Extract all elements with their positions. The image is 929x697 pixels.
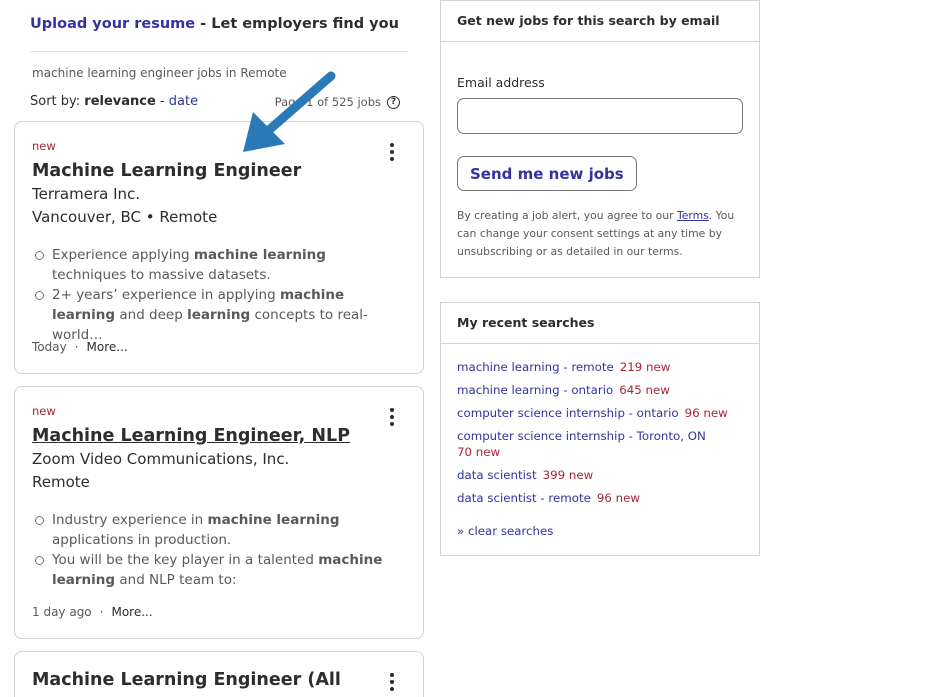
company-name: Zoom Video Communications, Inc. [32, 450, 290, 468]
recent-search-item[interactable]: data scientist - remote 96 new [457, 490, 747, 506]
terms-link[interactable]: Terms [677, 209, 709, 222]
email-label: Email address [457, 75, 545, 90]
annotation-arrow [243, 71, 336, 152]
email-input[interactable] [457, 98, 743, 134]
consent-text: By creating a job alert, you agree to ou… [457, 209, 735, 258]
send-new-jobs-button[interactable]: Send me new jobs [457, 156, 637, 191]
job-location: Remote [32, 473, 90, 491]
upload-resume-link[interactable]: Upload your resume [30, 16, 195, 32]
job-card[interactable]: new Machine Learning Engineer, NLP Zoom … [14, 386, 424, 639]
upload-resume-tagline: - Let employers find you [195, 16, 399, 32]
new-badge: new [32, 139, 56, 153]
more-vertical-icon[interactable] [383, 671, 401, 693]
new-badge: new [32, 404, 56, 418]
job-results-column: Upload your resume - Let employers find … [14, 0, 424, 697]
posted-date: 1 day ago [32, 605, 92, 619]
recent-search-item[interactable]: machine learning - ontario 645 new [457, 382, 747, 398]
clear-searches-link[interactable]: » clear searches [457, 524, 553, 538]
meta-separator: · [99, 605, 104, 619]
sort-bar: Sort by: relevance - date Page 1 of 525 … [30, 94, 400, 109]
recent-search-item[interactable]: computer science internship - ontario 96 … [457, 405, 747, 421]
meta-separator: · [74, 340, 79, 354]
upload-resume-banner: Upload your resume - Let employers find … [30, 16, 399, 32]
snippet-bullet: Experience applying machine learning tec… [35, 245, 402, 285]
more-link[interactable]: More... [111, 605, 152, 619]
snippet-bullet: You will be the key player in a talented… [35, 550, 402, 590]
more-vertical-icon[interactable] [383, 406, 401, 428]
job-card[interactable]: new Machine Learning Engineer Terramera … [14, 121, 424, 374]
sort-date-link[interactable]: date [169, 94, 198, 109]
recent-search-item[interactable]: computer science internship - Toronto, O… [457, 428, 747, 460]
job-location: Vancouver, BC • Remote [32, 208, 218, 226]
recent-search-item[interactable]: data scientist 399 new [457, 467, 747, 483]
snippet-bullet: Industry experience in machine learning … [35, 510, 402, 550]
recent-searches-heading: My recent searches [441, 303, 759, 344]
more-vertical-icon[interactable] [383, 141, 401, 163]
recent-search-item[interactable]: machine learning - remote 219 new [457, 359, 747, 375]
job-title[interactable]: Machine Learning Engineer [32, 161, 301, 181]
recent-searches-panel: My recent searches machine learning - re… [440, 302, 760, 556]
sort-separator: - [155, 94, 169, 109]
sort-prefix: Sort by: [30, 94, 85, 109]
more-link[interactable]: More... [87, 340, 128, 354]
help-icon[interactable]: ? [387, 95, 400, 109]
job-card[interactable]: Machine Learning Engineer (All [14, 651, 424, 697]
job-meta: Today · More... [32, 340, 128, 354]
posted-date: Today [32, 340, 67, 354]
job-alert-panel: Get new jobs for this search by email Em… [440, 0, 760, 278]
recent-searches-list: machine learning - remote 219 new machine… [457, 359, 747, 513]
sort-relevance[interactable]: relevance [84, 94, 156, 109]
job-snippet: Industry experience in machine learning … [35, 510, 402, 590]
job-title[interactable]: Machine Learning Engineer (All [32, 670, 341, 690]
job-meta: 1 day ago · More... [32, 605, 153, 619]
snippet-bullet: 2+ years’ experience in applying machine… [35, 285, 402, 345]
job-snippet: Experience applying machine learning tec… [35, 245, 402, 345]
divider [30, 51, 408, 52]
job-title[interactable]: Machine Learning Engineer, NLP [32, 426, 350, 446]
job-alert-heading: Get new jobs for this search by email [441, 1, 759, 42]
company-name: Terramera Inc. [32, 185, 141, 203]
